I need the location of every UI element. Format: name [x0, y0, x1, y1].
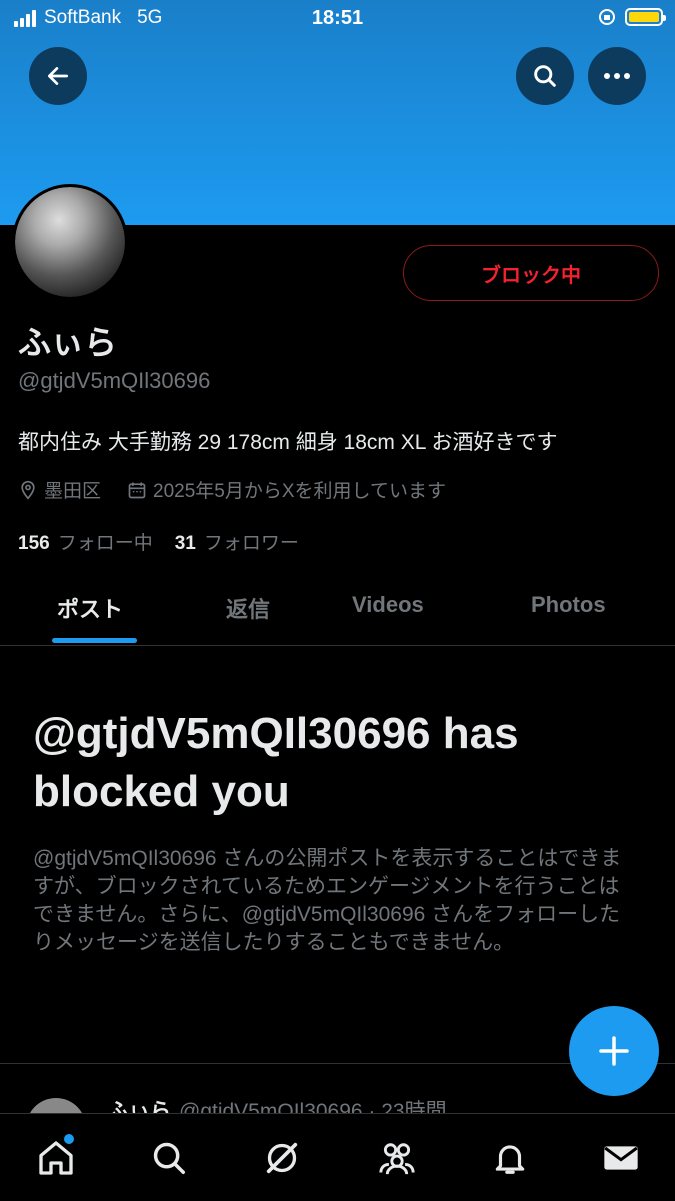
- following-label: フォロー中: [57, 533, 153, 554]
- compose-post-button[interactable]: [569, 1006, 659, 1096]
- nav-notifications[interactable]: [488, 1136, 532, 1180]
- profile-meta: 墨田区 2025年5月からXを利用しています: [18, 476, 472, 503]
- back-button[interactable]: [29, 47, 87, 105]
- more-button[interactable]: [588, 47, 646, 105]
- home-icon: [39, 1141, 73, 1175]
- status-right: [597, 7, 666, 27]
- follow-stats: 156 フォロー中 31 フォロワー: [18, 528, 299, 555]
- joined-text: 2025年5月からXを利用しています: [153, 481, 446, 502]
- rotation-lock-icon: [599, 9, 615, 25]
- blocked-description: @gtjdV5mQIl30696 さんの公開ポストを表示することはできますが、ブ…: [33, 847, 622, 954]
- joined-item: 2025年5月からXを利用しています: [127, 476, 446, 503]
- profile-tabs: ポスト 返信 Videos Photos: [0, 575, 675, 646]
- following-count: 156: [18, 533, 50, 554]
- notification-dot: [64, 1134, 74, 1144]
- calendar-icon: [128, 482, 146, 498]
- status-bar: SoftBank 5G 18:51: [0, 0, 675, 38]
- location-text: 墨田区: [44, 481, 102, 502]
- more-icon: [604, 73, 630, 79]
- followers-count: 31: [174, 533, 196, 554]
- nav-home[interactable]: [34, 1134, 78, 1180]
- nav-messages[interactable]: [599, 1136, 643, 1180]
- nav-grok[interactable]: [260, 1136, 304, 1180]
- tab-posts[interactable]: ポスト: [57, 592, 123, 624]
- plus-icon: [599, 1036, 629, 1066]
- clock: 18:51: [311, 7, 364, 29]
- following-link[interactable]: 156 フォロー中: [18, 528, 153, 555]
- profile-handle: @gtjdV5mQIl30696: [18, 368, 211, 393]
- search-button[interactable]: [516, 47, 574, 105]
- back-arrow-icon: [47, 67, 69, 85]
- profile-avatar[interactable]: [12, 184, 128, 300]
- profile-display-name: ふぃら: [18, 324, 117, 361]
- tab-replies[interactable]: 返信: [226, 592, 270, 624]
- nav-explore[interactable]: [147, 1136, 191, 1180]
- tab-videos[interactable]: Videos: [352, 592, 424, 618]
- tab-photos[interactable]: Photos: [531, 592, 606, 618]
- location-item: 墨田区: [18, 476, 101, 503]
- blocked-button[interactable]: ブロック中: [403, 245, 659, 301]
- battery-icon: [625, 8, 666, 26]
- notifications-icon: [495, 1145, 525, 1174]
- location-icon: [21, 480, 35, 500]
- search-icon: [534, 65, 556, 87]
- post-header: ふぃら @gtjdV5mQIl30696 · 23時間: [108, 1095, 447, 1115]
- blocked-title: @gtjdV5mQIl30696 has blocked you: [33, 709, 519, 816]
- communities-icon: [379, 1143, 415, 1175]
- grok-icon: [266, 1142, 298, 1174]
- followers-label: フォロワー: [203, 533, 299, 554]
- followers-link[interactable]: 31 フォロワー: [175, 528, 299, 555]
- nav-communities[interactable]: [375, 1136, 419, 1180]
- post-preview[interactable]: ふぃら @gtjdV5mQIl30696 · 23時間: [0, 1095, 675, 1115]
- bottom-navigation: [0, 1113, 675, 1201]
- profile-bio: 都内住み 大手勤務 29 178cm 細身 18cm XL お酒好きです: [18, 431, 558, 454]
- active-tab-indicator: [52, 638, 137, 643]
- messages-icon: [604, 1146, 638, 1170]
- explore-icon: [153, 1142, 185, 1174]
